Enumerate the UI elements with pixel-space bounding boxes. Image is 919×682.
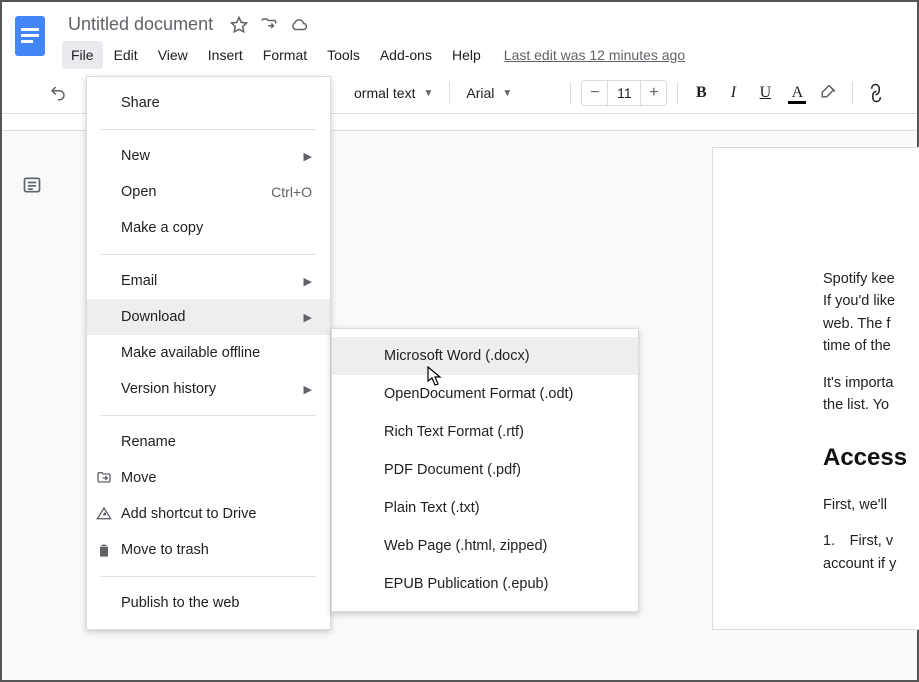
title-area: Untitled document File Edit View Insert … <box>62 10 917 69</box>
submenu-item-odt[interactable]: OpenDocument Format (.odt) <box>332 375 638 413</box>
italic-button[interactable]: I <box>720 80 746 106</box>
chevron-right-icon: ▶ <box>304 150 312 163</box>
font-size-decrease[interactable]: − <box>582 81 608 105</box>
menu-view[interactable]: View <box>149 41 197 69</box>
menu-separator <box>101 254 316 255</box>
menu-tools[interactable]: Tools <box>318 41 369 69</box>
font-label: Arial <box>466 85 494 101</box>
doc-text: 1. First, vaccount if y <box>823 530 919 575</box>
star-icon[interactable] <box>229 15 249 35</box>
folder-move-icon <box>95 469 113 487</box>
separator <box>570 82 571 104</box>
menu-help[interactable]: Help <box>443 41 490 69</box>
doc-heading: Access <box>823 439 919 476</box>
menu-file[interactable]: File <box>62 41 103 69</box>
font-size-value[interactable]: 11 <box>608 85 640 101</box>
title-row: Untitled document <box>62 10 917 41</box>
doc-text: Spotify keeIf you'd likeweb. The ftime o… <box>823 268 919 358</box>
submenu-item-txt[interactable]: Plain Text (.txt) <box>332 489 638 527</box>
trash-icon <box>95 541 113 559</box>
menu-item-move[interactable]: Move <box>87 460 330 496</box>
shortcut-label: Ctrl+O <box>271 184 312 200</box>
separator <box>852 82 853 104</box>
paragraph-style-label: ormal text <box>354 85 415 101</box>
font-size-increase[interactable]: + <box>640 81 666 105</box>
submenu-item-rtf[interactable]: Rich Text Format (.rtf) <box>332 413 638 451</box>
chevron-down-icon: ▼ <box>502 88 512 99</box>
submenu-item-html[interactable]: Web Page (.html, zipped) <box>332 527 638 565</box>
menu-item-rename[interactable]: Rename <box>87 424 330 460</box>
chevron-right-icon: ▶ <box>304 275 312 288</box>
underline-button[interactable]: U <box>752 80 778 106</box>
font-dropdown[interactable]: Arial ▼ <box>460 81 560 105</box>
menu-item-publish[interactable]: Publish to the web <box>87 585 330 621</box>
menu-item-version-history[interactable]: Version history▶ <box>87 371 330 407</box>
menu-item-email[interactable]: Email▶ <box>87 263 330 299</box>
menu-item-new[interactable]: New▶ <box>87 138 330 174</box>
separator <box>449 82 450 104</box>
menu-item-move-trash[interactable]: Move to trash <box>87 532 330 568</box>
submenu-item-docx[interactable]: Microsoft Word (.docx) <box>332 337 638 375</box>
menu-item-share[interactable]: Share <box>87 85 330 121</box>
chevron-right-icon: ▶ <box>304 383 312 396</box>
menu-item-make-copy[interactable]: Make a copy <box>87 210 330 246</box>
separator <box>677 82 678 104</box>
download-submenu: Microsoft Word (.docx) OpenDocument Form… <box>331 328 639 612</box>
file-menu-dropdown: Share New▶ OpenCtrl+O Make a copy Email▶… <box>86 76 331 630</box>
last-edit-link[interactable]: Last edit was 12 minutes ago <box>504 47 685 63</box>
paragraph-style-dropdown[interactable]: ormal text ▼ <box>348 81 439 105</box>
document-page[interactable]: Spotify keeIf you'd likeweb. The ftime o… <box>712 147 919 630</box>
bold-button[interactable]: B <box>688 80 714 106</box>
doc-text: It's importathe list. Yo <box>823 372 919 417</box>
drive-shortcut-icon <box>95 505 113 523</box>
doc-text: First, we'll <box>823 494 919 516</box>
menu-separator <box>101 415 316 416</box>
submenu-item-epub[interactable]: EPUB Publication (.epub) <box>332 565 638 603</box>
submenu-item-pdf[interactable]: PDF Document (.pdf) <box>332 451 638 489</box>
font-size-stepper: − 11 + <box>581 80 667 106</box>
menu-format[interactable]: Format <box>254 41 316 69</box>
text-color-button[interactable]: A <box>784 80 810 106</box>
menu-item-add-shortcut[interactable]: Add shortcut to Drive <box>87 496 330 532</box>
docs-logo[interactable] <box>10 10 50 62</box>
menu-item-download[interactable]: Download▶ <box>87 299 330 335</box>
insert-link-button[interactable] <box>863 80 889 106</box>
menu-edit[interactable]: Edit <box>105 41 147 69</box>
outline-toggle-button[interactable] <box>14 167 50 203</box>
menubar: File Edit View Insert Format Tools Add-o… <box>62 41 917 69</box>
menu-addons[interactable]: Add-ons <box>371 41 441 69</box>
doc-title[interactable]: Untitled document <box>62 12 219 37</box>
menu-item-open[interactable]: OpenCtrl+O <box>87 174 330 210</box>
move-folder-icon[interactable] <box>259 15 279 35</box>
undo-button[interactable] <box>44 79 72 107</box>
cloud-status-icon[interactable] <box>289 15 309 35</box>
chevron-down-icon: ▼ <box>423 88 433 99</box>
highlight-button[interactable] <box>816 80 842 106</box>
menu-separator <box>101 129 316 130</box>
menu-insert[interactable]: Insert <box>199 41 252 69</box>
menu-separator <box>101 576 316 577</box>
menu-item-make-offline[interactable]: Make available offline <box>87 335 330 371</box>
left-rail <box>14 167 50 203</box>
app-header: Untitled document File Edit View Insert … <box>2 2 917 69</box>
chevron-right-icon: ▶ <box>304 311 312 324</box>
